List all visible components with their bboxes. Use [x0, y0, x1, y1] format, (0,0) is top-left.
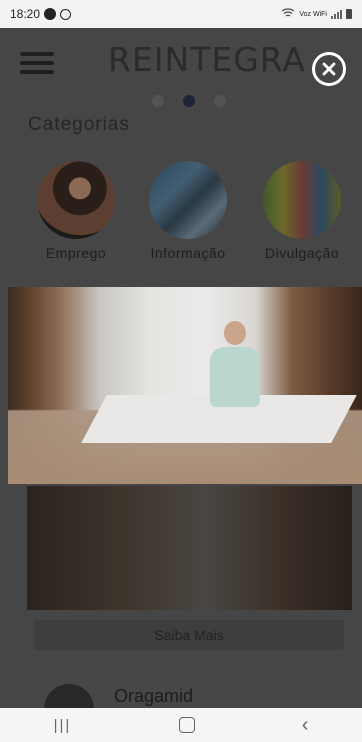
category-divulgacao[interactable]: Divulgação: [247, 161, 357, 261]
battery-icon: [346, 9, 352, 19]
status-time: 18:20: [10, 7, 41, 21]
category-label: Informação: [150, 245, 226, 261]
category-label: Divulgação: [264, 245, 340, 261]
status-left: 18:20: [10, 7, 72, 21]
home-button[interactable]: [178, 717, 195, 733]
category-informacao[interactable]: Informação: [133, 161, 243, 261]
close-button[interactable]: [312, 52, 346, 86]
worker-figure: [206, 321, 264, 409]
status-bar: 18:20 Voz WiFi: [0, 0, 362, 28]
close-icon: [322, 62, 336, 76]
carousel-dot[interactable]: [214, 95, 226, 107]
notification-icon: [44, 8, 57, 20]
status-right: Voz WiFi: [281, 7, 352, 21]
app-screen: REINTEGRA Categorias Emprego Informação …: [0, 28, 362, 708]
carousel-indicator: [152, 95, 226, 107]
avatar: [44, 684, 94, 708]
saiba-mais-button[interactable]: Saiba Mais: [34, 620, 344, 650]
category-image: [37, 161, 115, 239]
recent-apps-button[interactable]: |||: [54, 717, 72, 734]
app-logo: REINTEGRA: [108, 40, 306, 79]
categories-title: Categorias: [28, 114, 130, 135]
dnd-icon: [60, 8, 72, 20]
category-emprego[interactable]: Emprego: [21, 161, 131, 261]
header: REINTEGRA: [0, 28, 362, 90]
category-label: Emprego: [45, 245, 107, 261]
post-image-thumbnail: [27, 486, 352, 610]
categories-row: Emprego Informação Divulgação: [0, 161, 362, 271]
carrier-label: Voz WiFi: [299, 10, 327, 18]
carousel-dot[interactable]: [152, 95, 164, 107]
menu-icon[interactable]: [20, 52, 54, 74]
post-author: Oragamid: [114, 686, 194, 706]
next-post-card[interactable]: Oragamid: [24, 664, 344, 708]
back-button[interactable]: ‹: [302, 714, 309, 737]
category-image: [149, 161, 227, 239]
carousel-dot-active[interactable]: [183, 95, 195, 107]
system-nav-bar: ||| ‹: [0, 708, 362, 742]
expanded-post-image: [8, 287, 362, 484]
category-image: [263, 161, 341, 239]
wifi-icon: [281, 7, 295, 21]
signal-icon: [331, 9, 342, 19]
